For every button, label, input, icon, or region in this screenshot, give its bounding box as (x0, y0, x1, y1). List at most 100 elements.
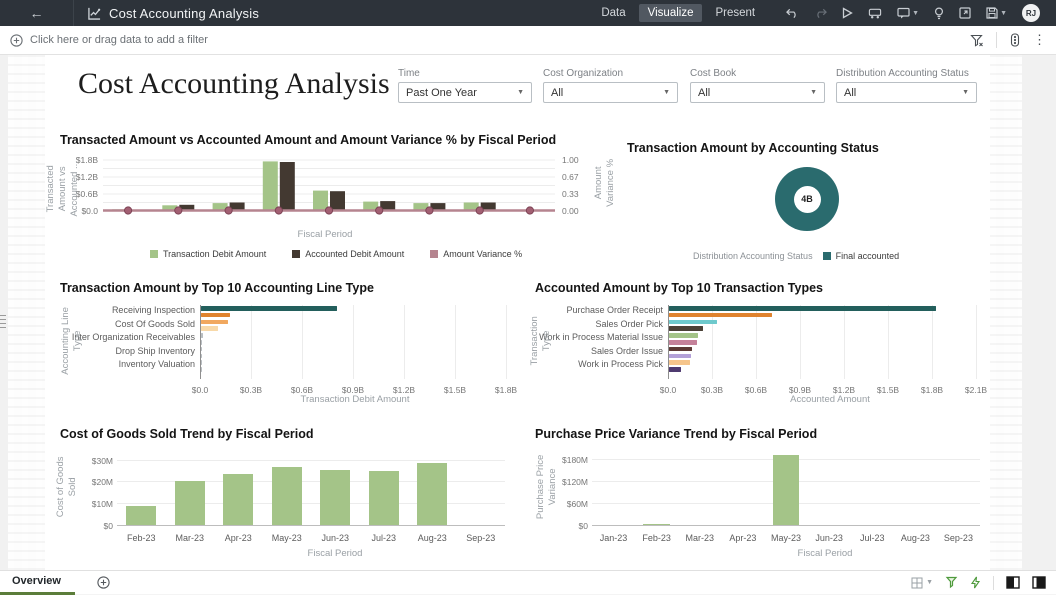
visualization-settings-icon[interactable] (1009, 33, 1021, 47)
chart-ppv-trend[interactable]: Purchase Price Variance Trend by Fiscal … (530, 427, 990, 562)
bar[interactable] (223, 474, 253, 525)
insights-icon[interactable] (934, 7, 944, 20)
x-tick-label: May-23 (263, 533, 311, 543)
bar[interactable] (669, 340, 697, 345)
bar[interactable] (320, 470, 350, 525)
bar[interactable] (201, 354, 202, 359)
filter-bar-filter-icon[interactable] (970, 34, 984, 47)
gridline (353, 305, 354, 379)
variance-point[interactable] (526, 207, 533, 214)
bar[interactable] (669, 320, 717, 325)
auto-apply-icon[interactable] (970, 576, 981, 589)
variance-point[interactable] (125, 207, 132, 214)
filter-distribution-accounting-status-select[interactable]: All ▼ (836, 82, 977, 103)
donut-slice-final-accounted[interactable]: 4B (775, 167, 839, 231)
add-filter-text: Click here or drag data to add a filter (30, 34, 208, 46)
panel-right-toggle-icon[interactable] (1032, 576, 1046, 589)
chart-plot-area[interactable]: $1.8B$1.2B$0.6B$0.01.000.670.330.00 (55, 153, 600, 225)
filter-time-select[interactable]: Past One Year ▼ (398, 82, 532, 103)
refresh-data-icon[interactable] (868, 7, 882, 20)
left-tick-label: $0.0 (81, 206, 98, 216)
bar[interactable] (201, 340, 202, 345)
bar[interactable] (272, 467, 302, 525)
variance-point[interactable] (426, 207, 433, 214)
workspace: Cost Accounting Analysis Time Past One Y… (0, 55, 1056, 570)
filter-green-icon[interactable] (945, 576, 958, 589)
app-bar: ← Cost Accounting Analysis Data Visualiz… (0, 0, 1056, 26)
bar-accounted-debit[interactable] (280, 162, 295, 211)
user-avatar[interactable]: RJ (1022, 4, 1040, 22)
panel-drag-handle[interactable] (0, 315, 6, 331)
variance-point[interactable] (376, 207, 383, 214)
chart-plot-area[interactable]: $30M$20M$10M$0Feb-23Mar-23Apr-23May-23Ju… (55, 445, 525, 549)
gridline (404, 305, 405, 379)
bar[interactable] (201, 360, 202, 365)
bar[interactable] (417, 463, 447, 525)
open-in-new-icon[interactable] (959, 7, 971, 19)
bar[interactable] (669, 354, 691, 359)
bar[interactable] (201, 367, 202, 372)
panel-left-toggle-icon[interactable] (1006, 576, 1020, 589)
bar[interactable] (175, 481, 205, 525)
bar[interactable] (201, 347, 202, 352)
variance-point[interactable] (275, 207, 282, 214)
bar[interactable] (201, 333, 203, 338)
add-filter-button[interactable]: Click here or drag data to add a filter (10, 34, 208, 47)
filter-cost-book-select[interactable]: All ▼ (690, 82, 825, 103)
variance-point[interactable] (175, 207, 182, 214)
y-tick-label: $30M (73, 456, 113, 466)
bar[interactable] (201, 326, 218, 331)
chart-combo[interactable]: Transacted Amount vs Accounted Amount an… (55, 133, 600, 268)
legend-item-label: Final accounted (836, 251, 900, 261)
tab-data[interactable]: Data (592, 4, 634, 22)
tab-visualize[interactable]: Visualize (639, 4, 703, 22)
x-axis-label: Transaction Debit Amount (265, 394, 445, 406)
bar[interactable] (643, 524, 670, 525)
bar[interactable] (773, 455, 800, 525)
chart-plot-area[interactable]: $180M$120M$60M$0Jan-23Feb-23Mar-23Apr-23… (530, 445, 990, 549)
bar[interactable] (669, 360, 690, 365)
chart-cogs-trend[interactable]: Cost of Goods Sold Trend by Fiscal Perio… (55, 427, 525, 562)
chart-donut[interactable]: Transaction Amount by Accounting Status … (625, 133, 975, 268)
add-canvas-button[interactable] (97, 576, 110, 589)
y-axis-label: Transaction Type (529, 306, 553, 376)
menu-kebab-icon[interactable]: ⋮ (1033, 32, 1046, 48)
bar[interactable] (669, 313, 772, 318)
back-button[interactable]: ← (0, 0, 74, 26)
chart-plot-area[interactable]: $0.0$0.3B$0.6B$0.9B$1.2B$1.5B$1.8BReceiv… (55, 303, 525, 403)
annotate-icon[interactable]: ▼ (897, 7, 919, 19)
bar[interactable] (369, 471, 399, 525)
chart-plot-area[interactable]: $0.0$0.3B$0.6B$0.9B$1.2B$1.5B$1.8B$2.1BP… (530, 303, 990, 403)
run-icon[interactable] (842, 7, 853, 19)
gridline (506, 305, 507, 379)
canvas-tab-overview[interactable]: Overview (0, 571, 75, 595)
variance-point[interactable] (225, 207, 232, 214)
chart-top10-transaction-types[interactable]: Accounted Amount by Top 10 Transaction T… (530, 281, 990, 416)
x-axis-line (117, 525, 505, 526)
filter-cost-organization-select[interactable]: All ▼ (543, 82, 678, 103)
filter-value: All (698, 87, 710, 99)
bar[interactable] (201, 313, 230, 318)
bar[interactable] (669, 347, 692, 352)
tab-present[interactable]: Present (706, 4, 764, 22)
bar[interactable] (669, 333, 698, 338)
chevron-down-icon: ▼ (962, 89, 969, 96)
variance-point[interactable] (325, 207, 332, 214)
save-icon[interactable]: ▼ (986, 7, 1007, 19)
variance-point[interactable] (476, 207, 483, 214)
gridline (844, 305, 845, 379)
bar[interactable] (126, 506, 156, 525)
undo-icon[interactable] (786, 7, 799, 19)
chevron-down-icon: ▼ (517, 89, 524, 96)
legend-dim-label: Distribution Accounting Status (693, 251, 813, 261)
bar[interactable] (201, 320, 228, 325)
bar[interactable] (669, 367, 681, 372)
legend-swatch (823, 252, 831, 260)
chart-top10-accounting-line-type[interactable]: Transaction Amount by Top 10 Accounting … (55, 281, 525, 416)
layout-grid-icon[interactable]: ▼ (911, 577, 933, 589)
bar[interactable] (669, 326, 703, 331)
bar[interactable] (669, 306, 936, 311)
bar-transaction-debit[interactable] (313, 191, 328, 211)
bar-transaction-debit[interactable] (263, 161, 278, 211)
bar[interactable] (201, 306, 337, 311)
